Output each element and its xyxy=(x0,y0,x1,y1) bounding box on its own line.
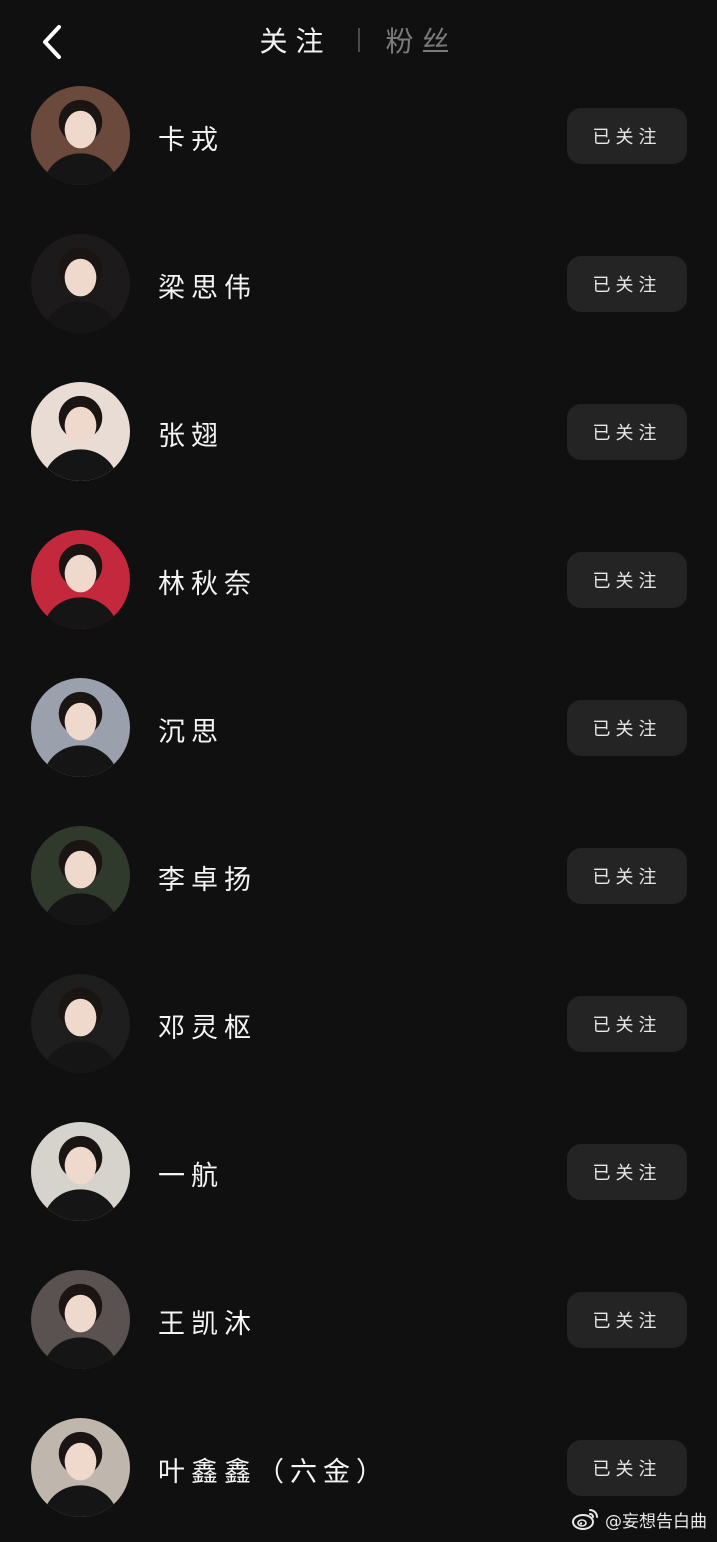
avatar-photo xyxy=(31,826,130,925)
tab-bar: 关注 粉丝 xyxy=(0,20,717,60)
avatar[interactable] xyxy=(31,1270,130,1369)
tab-following[interactable]: 关注 xyxy=(259,20,331,60)
avatar[interactable] xyxy=(31,1418,130,1517)
list-item: 卡戎 已关注 xyxy=(0,86,717,234)
following-button[interactable]: 已关注 xyxy=(567,1440,687,1496)
avatar-photo xyxy=(31,530,130,629)
user-name[interactable]: 沉思 xyxy=(158,710,224,748)
list-item: 一航 已关注 xyxy=(0,1122,717,1270)
watermark-text: @妄想告白曲 xyxy=(605,1511,707,1532)
list-item: 沉思 已关注 xyxy=(0,678,717,826)
avatar-photo xyxy=(31,86,130,185)
user-name[interactable]: 李卓扬 xyxy=(158,858,257,896)
avatar-photo xyxy=(31,1418,130,1517)
avatar[interactable] xyxy=(31,1122,130,1221)
list-item: 张翅 已关注 xyxy=(0,382,717,530)
list-item: 李卓扬 已关注 xyxy=(0,826,717,974)
avatar-photo xyxy=(31,1122,130,1221)
list-item: 梁思伟 已关注 xyxy=(0,234,717,382)
user-name[interactable]: 梁思伟 xyxy=(158,266,257,304)
top-bar: 关注 粉丝 xyxy=(0,0,717,84)
following-button[interactable]: 已关注 xyxy=(567,256,687,312)
list-item: 邓灵枢 已关注 xyxy=(0,974,717,1122)
following-button[interactable]: 已关注 xyxy=(567,404,687,460)
weibo-logo-icon xyxy=(572,1509,598,1530)
avatar-photo xyxy=(31,678,130,777)
following-button[interactable]: 已关注 xyxy=(567,552,687,608)
avatar[interactable] xyxy=(31,678,130,777)
user-name[interactable]: 邓灵枢 xyxy=(158,1006,257,1044)
follow-list-page: 关注 粉丝 卡戎 已关注 梁思伟 已关注 张翅 已关注 林秋奈 已关注 沉思 已关注 李卓扬 已关注邓… xyxy=(0,0,717,1542)
following-button[interactable]: 已关注 xyxy=(567,996,687,1052)
user-name[interactable]: 林秋奈 xyxy=(158,562,257,600)
user-name[interactable]: 一航 xyxy=(158,1154,224,1192)
list-item: 林秋奈 已关注 xyxy=(0,530,717,678)
user-name[interactable]: 叶鑫鑫（六金） xyxy=(158,1450,389,1488)
avatar-photo xyxy=(31,234,130,333)
following-button[interactable]: 已关注 xyxy=(567,108,687,164)
following-button[interactable]: 已关注 xyxy=(567,700,687,756)
following-button[interactable]: 已关注 xyxy=(567,1292,687,1348)
user-name[interactable]: 卡戎 xyxy=(158,118,224,156)
avatar[interactable] xyxy=(31,826,130,925)
avatar[interactable] xyxy=(31,530,130,629)
avatar-photo xyxy=(31,382,130,481)
avatar[interactable] xyxy=(31,86,130,185)
list-item: 王凯沐 已关注 xyxy=(0,1270,717,1418)
following-list: 卡戎 已关注 梁思伟 已关注 张翅 已关注 林秋奈 已关注 沉思 已关注 李卓扬 已关注 邓灵枢 已关注一… xyxy=(0,86,717,1542)
following-button[interactable]: 已关注 xyxy=(567,848,687,904)
following-button[interactable]: 已关注 xyxy=(567,1144,687,1200)
avatar[interactable] xyxy=(31,382,130,481)
avatar-photo xyxy=(31,1270,130,1369)
avatar-photo xyxy=(31,974,130,1073)
watermark: @妄想告白曲 xyxy=(571,1504,707,1534)
avatar[interactable] xyxy=(31,234,130,333)
user-name[interactable]: 王凯沐 xyxy=(158,1302,257,1340)
tab-fans[interactable]: 粉丝 xyxy=(386,20,458,60)
avatar[interactable] xyxy=(31,974,130,1073)
user-name[interactable]: 张翅 xyxy=(158,414,224,452)
tab-divider xyxy=(357,28,360,52)
